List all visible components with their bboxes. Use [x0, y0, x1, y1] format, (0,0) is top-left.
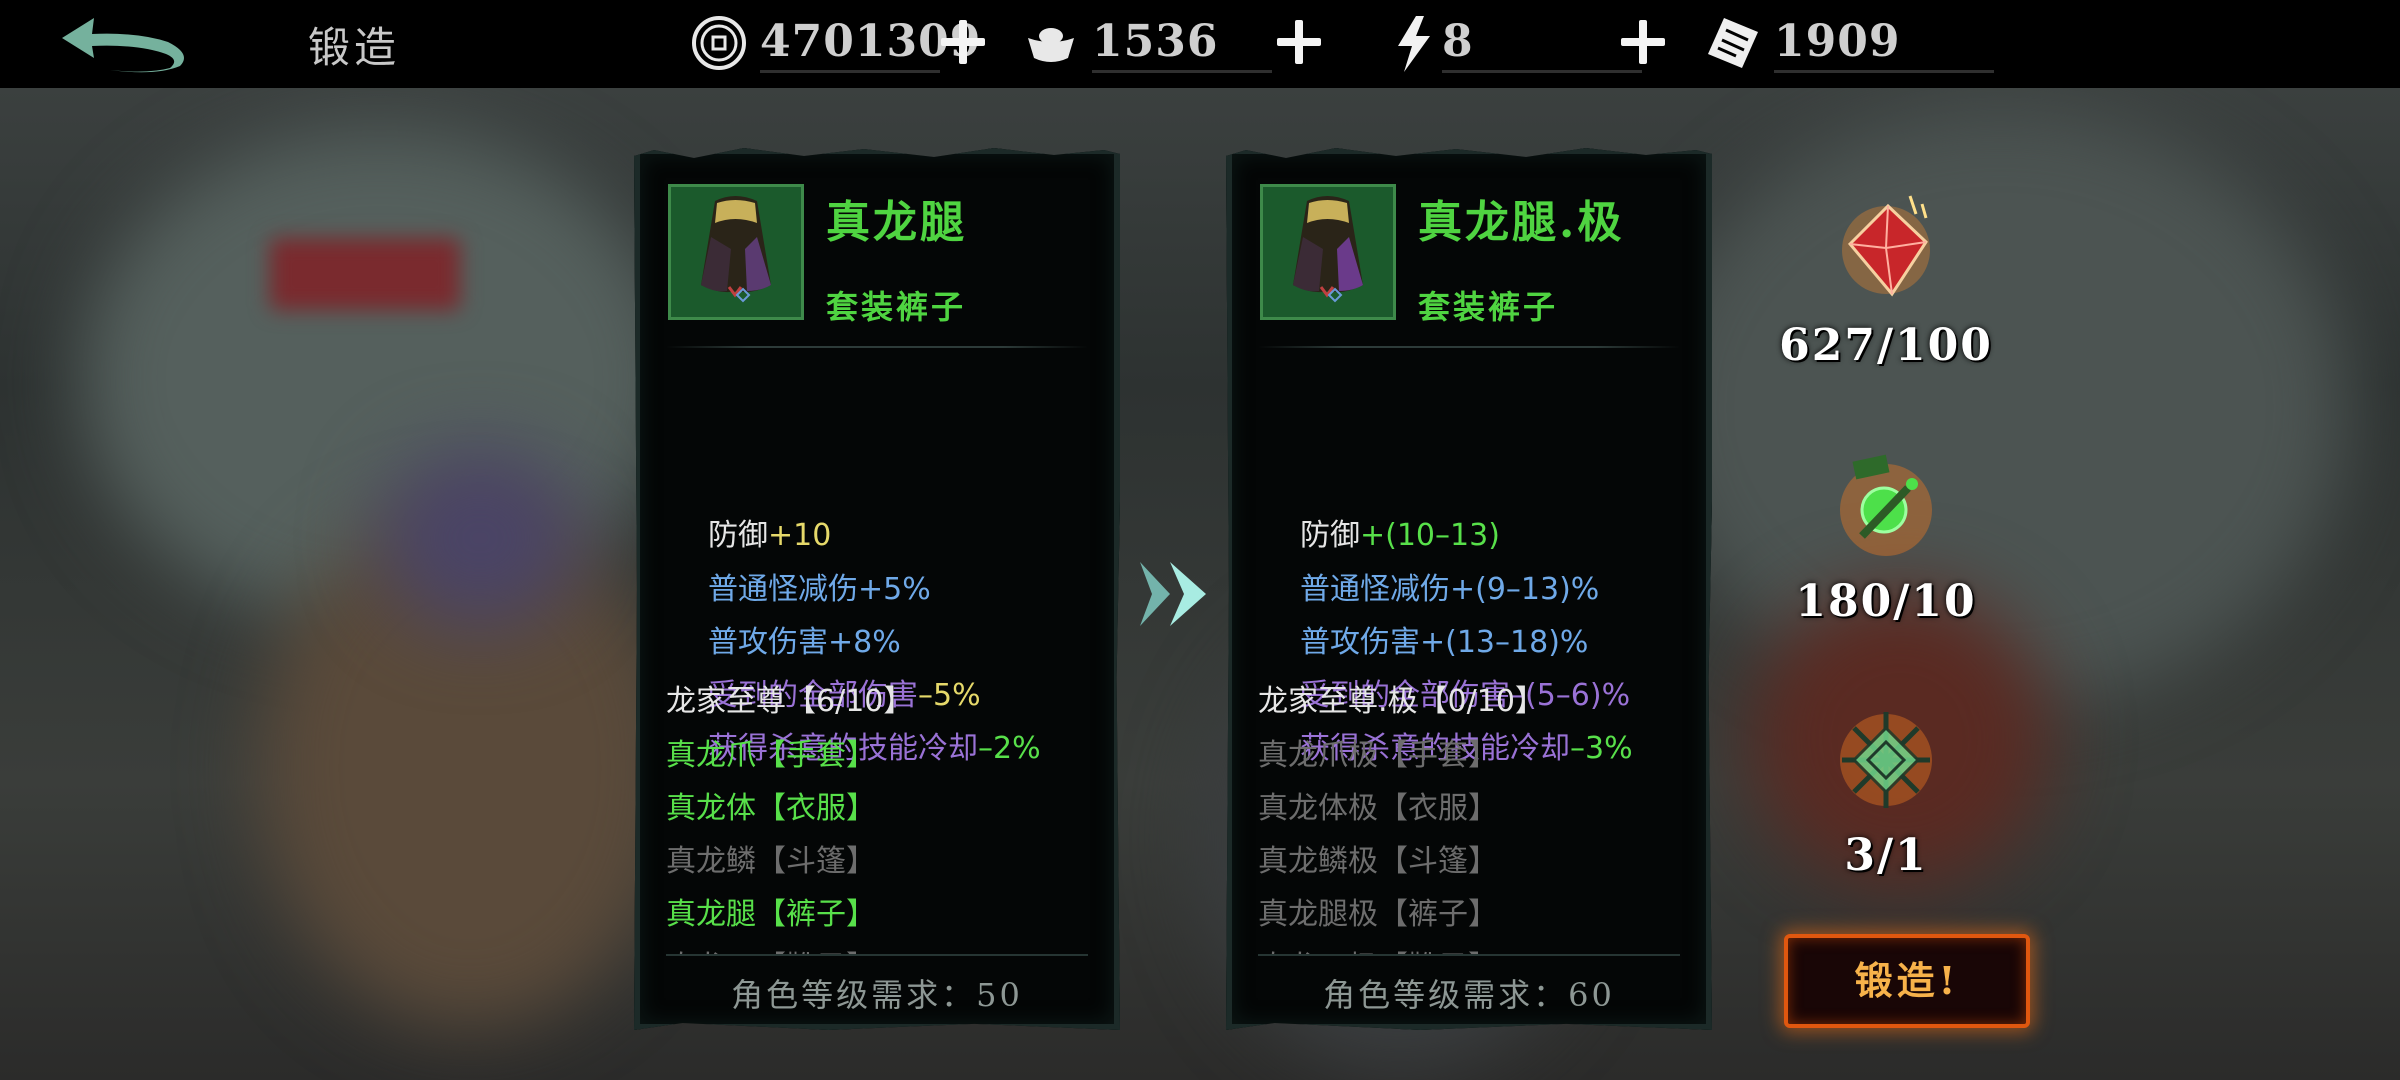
ingot-icon [1028, 28, 1074, 62]
forge-button[interactable]: 锻造! [1784, 934, 2030, 1028]
red-crystal-icon [1842, 195, 1930, 297]
divider [666, 346, 1088, 348]
set-item: 真龙爪极【手套】 [1258, 738, 1498, 773]
stat-defense: 防御+10 [708, 510, 831, 554]
back-arrow-icon [62, 18, 184, 73]
material-list: 627/100 180/10 3/1 [1716, 150, 2056, 950]
set-item: 真龙鳞【斗篷】 [666, 844, 876, 879]
pants-icon [1293, 196, 1363, 303]
stat-value: +(9–13)% [1450, 572, 1600, 607]
set-title: 龙家至尊.极【0/10】 [1258, 684, 1545, 719]
stat-attack-damage: 普攻伤害+8% [708, 617, 901, 661]
set-title: 龙家至尊【6/10】 [666, 684, 914, 719]
material-count: 627/100 [1779, 320, 1993, 371]
stat-label: 普攻伤害 [1300, 625, 1420, 660]
item-name: 真龙腿 [826, 197, 967, 248]
item-type: 套装裤子 [1418, 288, 1559, 326]
set-item: 真龙腿【裤子】 [666, 897, 876, 932]
divider [1258, 346, 1680, 348]
divider [666, 954, 1088, 956]
material-red-crystal[interactable]: 627/100 [1716, 184, 2056, 414]
stat-defense: 防御+(10–13) [1300, 510, 1500, 554]
set-item-list: 真龙爪【手套】 真龙体【衣服】 真龙鳞【斗篷】 真龙腿【裤子】 真龙云【靴子】 [666, 730, 1086, 956]
ticket-value: 1909 [1774, 16, 1901, 67]
item-thumbnail [668, 184, 804, 320]
item-thumbnail [1260, 184, 1396, 320]
ticket-icon [1708, 18, 1758, 68]
add-energy-button[interactable] [1614, 14, 1670, 70]
stat-label: 普通怪减伤 [708, 572, 858, 607]
stat-label: 普通怪减伤 [1300, 572, 1450, 607]
back-button[interactable] [58, 14, 188, 76]
set-item-list: 真龙爪极【手套】 真龙体极【衣服】 真龙鳞极【斗篷】 真龙腿极【裤子】 真龙云极… [1258, 730, 1678, 956]
stat-value: +10 [768, 518, 832, 553]
stat-mob-damage-reduction: 普通怪减伤+(9–13)% [1300, 564, 1599, 608]
stat-value: +5% [858, 572, 931, 607]
ingot-resource: 1536 [1022, 10, 1282, 78]
spider-web-icon [1840, 712, 1932, 808]
current-item-card: 真龙腿 套装裤子 防御+10 普通怪减伤+5% 普攻伤害+8% 受到的全部伤害–… [634, 148, 1120, 1030]
add-coin-button[interactable] [934, 14, 990, 70]
lightning-icon [1398, 16, 1430, 72]
add-ingot-button[interactable] [1270, 14, 1326, 70]
stat-label: 防御 [1300, 518, 1360, 553]
set-item: 真龙腿极【裤子】 [1258, 897, 1498, 932]
ticket-resource: 1909 [1704, 10, 2004, 78]
divider [1258, 954, 1680, 956]
level-requirement: 角色等级需求：60 [1323, 976, 1615, 1014]
stat-value: +(10–13) [1360, 518, 1500, 553]
stat-value: +(13–18)% [1420, 625, 1589, 660]
coin-resource: 4701309 [690, 10, 980, 78]
green-orb-icon [1840, 454, 1932, 556]
set-item: 真龙体极【衣服】 [1258, 791, 1498, 826]
item-name: 真龙腿.极 [1418, 197, 1625, 248]
level-requirement: 角色等级需求：50 [731, 976, 1023, 1014]
material-count: 3/1 [1844, 830, 1928, 881]
stat-label: 普攻伤害 [708, 625, 828, 660]
set-item: 真龙爪【手套】 [666, 738, 876, 773]
coin-icon [692, 16, 746, 70]
energy-value: 8 [1442, 16, 1474, 67]
set-item: 真龙体【衣服】 [666, 791, 876, 826]
material-count: 180/10 [1795, 576, 1977, 627]
pants-icon [701, 196, 771, 303]
double-chevron-right-icon [1140, 562, 1206, 626]
energy-resource: 8 [1386, 10, 1646, 78]
stat-label: 防御 [708, 518, 768, 553]
set-item: 真龙鳞极【斗篷】 [1258, 844, 1498, 879]
stat-mob-damage-reduction: 普通怪减伤+5% [708, 564, 931, 608]
stat-value: –5% [918, 678, 981, 713]
material-green-orb[interactable]: 180/10 [1716, 440, 2056, 670]
top-bar: 锻造 4701309 1536 8 1909 [0, 0, 2400, 88]
material-spider-web[interactable]: 3/1 [1716, 694, 2056, 924]
stat-attack-damage: 普攻伤害+(13–18)% [1300, 617, 1588, 661]
stat-value: +8% [828, 625, 901, 660]
page-title: 锻造 [308, 23, 401, 72]
upgraded-item-card: 真龙腿.极 套装裤子 防御+(10–13) 普通怪减伤+(9–13)% 普攻伤害… [1226, 148, 1712, 1030]
ingot-value: 1536 [1092, 16, 1219, 67]
item-type: 套装裤子 [826, 288, 967, 326]
